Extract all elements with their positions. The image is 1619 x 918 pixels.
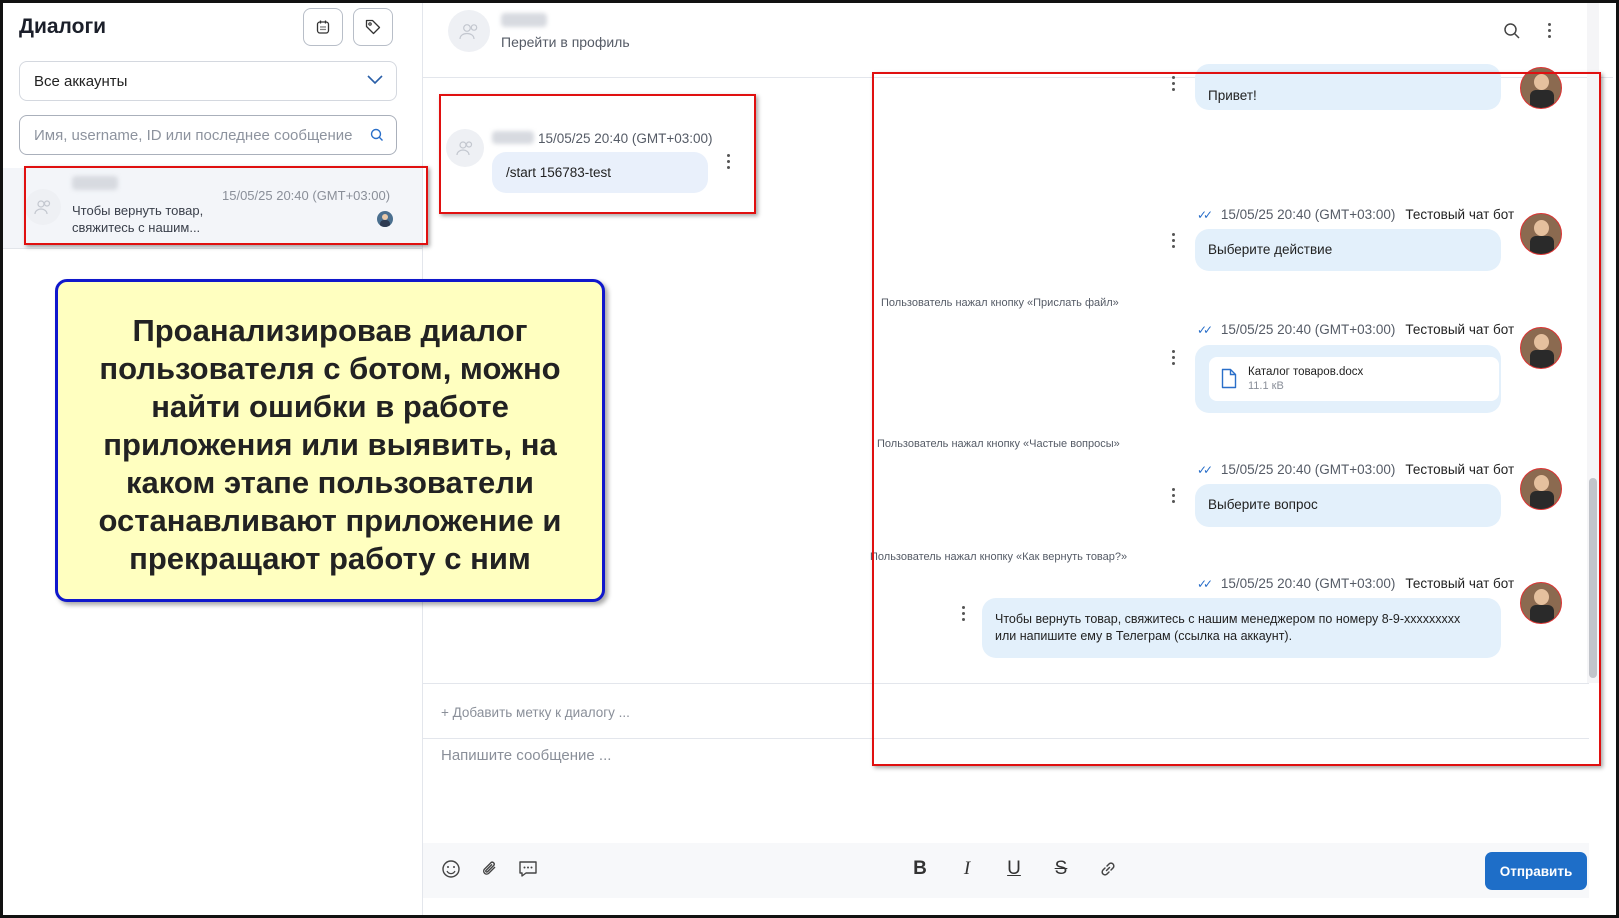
send-button[interactable]: Отправить xyxy=(1485,852,1587,890)
bot-message-time: 15/05/25 20:40 (GMT+03:00) xyxy=(1220,576,1396,591)
more-menu-icon[interactable] xyxy=(1548,23,1552,41)
message-input[interactable]: Напишите сообщение ... xyxy=(441,747,611,764)
file-attachment[interactable]: Каталог товаров.docx 11.1 кВ xyxy=(1209,357,1499,401)
calendar-filter-button[interactable] xyxy=(303,8,343,46)
user-message-time: 15/05/25 20:40 (GMT+03:00) xyxy=(538,131,713,146)
message-menu-icon[interactable] xyxy=(1172,350,1176,368)
bot-avatar xyxy=(1520,213,1562,255)
italic-icon[interactable]: I xyxy=(955,857,979,881)
system-event: Пользователь нажал кнопку «Как вернуть т… xyxy=(870,551,1128,563)
document-icon xyxy=(1221,368,1237,389)
bot-message-text: Привет! xyxy=(1208,88,1257,103)
message-list: 15/05/25 20:40 (GMT+03:00) /start 156783… xyxy=(423,64,1613,683)
bot-message-time: 15/05/25 20:40 (GMT+03:00) xyxy=(1220,462,1396,477)
user-avatar xyxy=(25,189,61,225)
underline-icon[interactable]: U xyxy=(1002,857,1026,881)
message-menu-icon[interactable] xyxy=(962,606,966,624)
bot-message-meta: ✓✓ 15/05/25 20:40 (GMT+03:00) Тестовый ча… xyxy=(1197,322,1514,337)
tag-bar: + Добавить метку к диалогу ... xyxy=(423,683,1589,739)
chat-user-avatar xyxy=(448,10,490,52)
bot-message-bubble: Привет! xyxy=(1195,64,1501,110)
users-icon xyxy=(456,141,473,156)
read-checks-icon: ✓✓ xyxy=(1197,323,1213,337)
scrollbar-thumb[interactable] xyxy=(1589,478,1597,678)
bold-icon[interactable]: B xyxy=(908,857,932,881)
bot-message-bubble: Выберите действие xyxy=(1195,229,1501,271)
bot-file-bubble: Каталог товаров.docx 11.1 кВ xyxy=(1195,345,1501,413)
users-icon xyxy=(459,24,478,40)
strikethrough-icon[interactable]: S xyxy=(1049,857,1073,881)
user-message-text: /start 156783-test xyxy=(506,165,612,180)
bot-message-text: Выберите вопрос xyxy=(1208,497,1318,512)
search-placeholder: Имя, username, ID или последнее сообщени… xyxy=(34,127,353,144)
bot-avatar xyxy=(1520,327,1562,369)
account-select-value: Все аккаунты xyxy=(34,73,128,90)
sidebar-title: Диалоги xyxy=(19,15,107,38)
bot-name: Тестовый чат бот xyxy=(1405,576,1515,591)
composer-toolbar: B I U S xyxy=(423,843,1589,898)
quick-reply-icon[interactable] xyxy=(516,857,540,881)
message-menu-icon[interactable] xyxy=(1172,76,1176,94)
tag-filter-button[interactable] xyxy=(353,8,393,46)
bot-message-bubble: Выберите вопрос xyxy=(1195,484,1501,527)
dialog-list-item[interactable]: 15/05/25 20:40 (GMT+03:00) Чтобы вернуть… xyxy=(3,168,422,249)
system-event: Пользователь нажал кнопку «Прислать файл… xyxy=(881,297,1119,309)
bot-message-bubble: Чтобы вернуть товар, свяжитесь с нашим м… xyxy=(982,598,1501,658)
tag-icon xyxy=(365,19,381,35)
bot-avatar xyxy=(1520,468,1562,510)
search-icon[interactable] xyxy=(1503,22,1521,40)
bot-message-text: Выберите действие xyxy=(1208,242,1333,257)
file-name: Каталог товаров.docx xyxy=(1248,366,1364,378)
users-icon xyxy=(34,200,51,215)
link-icon[interactable] xyxy=(1096,857,1120,881)
file-size: 11.1 кВ xyxy=(1248,380,1284,392)
bot-avatar xyxy=(1520,582,1562,624)
bot-message-time: 15/05/25 20:40 (GMT+03:00) xyxy=(1220,322,1396,337)
sender-avatar xyxy=(446,129,484,167)
bot-name: Тестовый чат бот xyxy=(1405,322,1515,337)
bot-message-line-2: или напишите ему в Телеграм (ссылка на а… xyxy=(995,629,1293,643)
account-select[interactable]: Все аккаунты xyxy=(19,61,397,101)
bot-message-meta: ✓✓ 15/05/25 20:40 (GMT+03:00) Тестовый ча… xyxy=(1197,462,1514,477)
message-menu-icon[interactable] xyxy=(1172,488,1176,506)
profile-link[interactable]: Перейти в профиль xyxy=(501,34,630,50)
dialog-time: 15/05/25 20:40 (GMT+03:00) xyxy=(222,188,391,203)
bot-avatar xyxy=(1520,67,1562,109)
read-checks-icon: ✓✓ xyxy=(1197,577,1213,591)
chevron-down-icon xyxy=(367,75,383,85)
attach-icon[interactable] xyxy=(478,857,502,881)
bot-message-line-1: Чтобы вернуть товар, свяжитесь с нашим м… xyxy=(995,612,1461,626)
add-tag-link[interactable]: + Добавить метку к диалогу ... xyxy=(441,705,630,720)
assignee-avatar xyxy=(377,211,393,227)
emoji-icon[interactable] xyxy=(439,857,463,881)
bot-name: Тестовый чат бот xyxy=(1405,462,1515,477)
read-checks-icon: ✓✓ xyxy=(1197,208,1213,222)
search-icon xyxy=(370,128,383,141)
user-message-bubble: /start 156783-test xyxy=(492,152,708,193)
bot-message-meta: ✓✓ 15/05/25 20:40 (GMT+03:00) Тестовый ча… xyxy=(1197,576,1514,591)
bot-name: Тестовый чат бот xyxy=(1405,207,1515,222)
message-menu-icon[interactable] xyxy=(727,154,731,172)
message-menu-icon[interactable] xyxy=(1172,233,1176,251)
blurred-username xyxy=(72,176,118,190)
calendar-icon xyxy=(316,20,330,34)
bot-message-time: 15/05/25 20:40 (GMT+03:00) xyxy=(1220,207,1396,222)
read-checks-icon: ✓✓ xyxy=(1197,463,1213,477)
system-event: Пользователь нажал кнопку «Частые вопрос… xyxy=(877,438,1120,450)
dialog-search-input[interactable]: Имя, username, ID или последнее сообщени… xyxy=(19,115,397,155)
blurred-sender-name xyxy=(492,131,534,144)
dialog-last-message: Чтобы вернуть товар, свяжитесь с нашим..… xyxy=(72,203,204,235)
blurred-chat-username xyxy=(501,13,547,27)
bot-message-meta: ✓✓ 15/05/25 20:40 (GMT+03:00) Тестовый ча… xyxy=(1197,207,1514,222)
